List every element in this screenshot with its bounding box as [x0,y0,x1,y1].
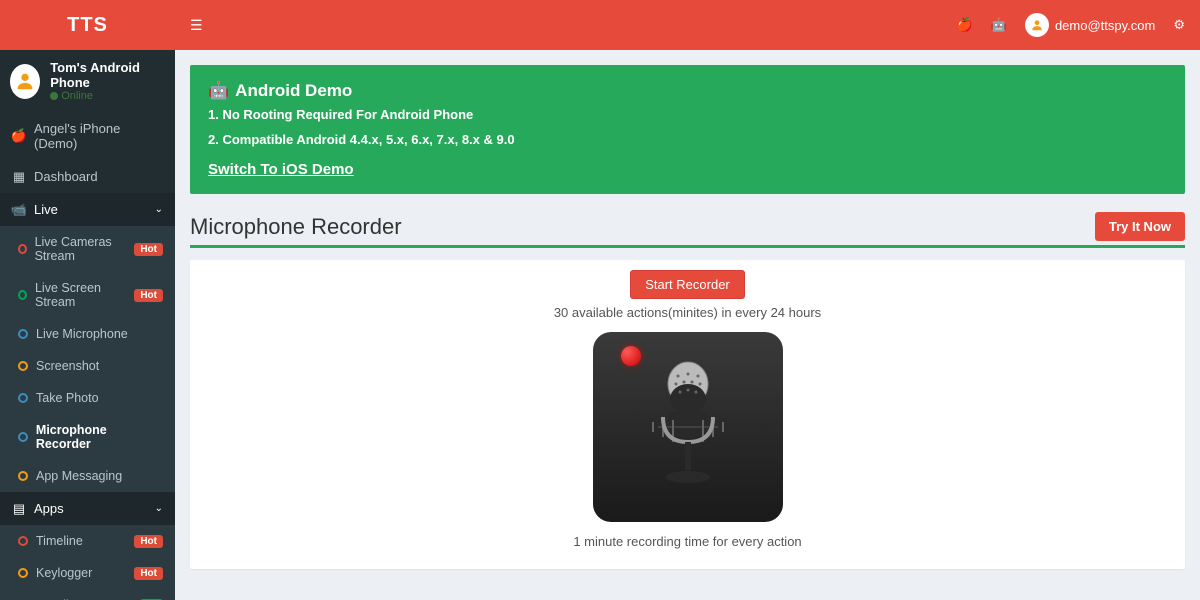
gears-icon[interactable]: ⚙ [1173,17,1185,33]
sidebar-item-keylogger[interactable]: KeyloggerHot [0,557,175,589]
content: 🤖 Android Demo 1. No Rooting Required For… [175,50,1200,600]
sidebar-item-take-photo[interactable]: Take Photo [0,382,175,414]
grid-icon: ▦ [12,170,26,184]
badge-hot: Hot [134,535,163,548]
android-icon: 🤖 [208,81,229,101]
ring-icon [18,290,27,300]
switch-demo-link[interactable]: Switch To iOS Demo [208,161,354,178]
chevron-down-icon: ⌄ [155,503,163,514]
camera-icon: 📹 [12,203,26,217]
user-panel: Tom's Android Phone Online [0,50,175,112]
device-name: Tom's Android Phone [50,60,165,90]
sidebar-item-live-screen[interactable]: Live Screen StreamHot [0,272,175,318]
ring-icon [18,432,28,442]
sidebar-item-app-messaging[interactable]: App Messaging [0,460,175,492]
actions-note: 30 available actions(minites) in every 2… [208,305,1167,320]
topbar: ☰ 🍎 🤖 demo@ttspy.com ⚙ [175,0,1200,50]
page-title: Microphone Recorder [190,214,402,240]
divider [190,245,1185,248]
sidebar-group-apps[interactable]: ▤Apps⌄ [0,492,175,525]
banner-line-1: 1. No Rooting Required For Android Phone [208,107,1167,122]
page-header: Microphone Recorder Try It Now [190,212,1185,241]
demo-banner: 🤖 Android Demo 1. No Rooting Required For… [190,65,1185,194]
ring-icon [18,471,28,481]
sidebar: TTS Tom's Android Phone Online 🍎Angel's … [0,0,175,600]
brand-logo[interactable]: TTS [0,0,175,50]
apple-icon: 🍎 [12,129,26,143]
avatar [10,64,40,99]
record-dot-icon [621,346,641,366]
sidebar-item-install[interactable]: Install59 [0,589,175,600]
apps-icon: ▤ [12,502,26,516]
badge-hot: Hot [134,567,163,580]
avatar-icon [1025,13,1049,37]
recorder-panel: Start Recorder 30 available actions(mini… [190,260,1185,569]
badge-hot: Hot [134,243,163,256]
microphone-icon [643,352,733,502]
user-email: demo@ttspy.com [1055,18,1155,33]
ring-icon [18,244,27,254]
sidebar-group-live[interactable]: 📹Live⌄ [0,193,175,226]
main: ☰ 🍎 🤖 demo@ttspy.com ⚙ 🤖 Android Demo 1. … [175,0,1200,600]
sidebar-item-live-cameras[interactable]: Live Cameras StreamHot [0,226,175,272]
sidebar-item-microphone-recorder[interactable]: Microphone Recorder [0,414,175,460]
sidebar-item-live-microphone[interactable]: Live Microphone [0,318,175,350]
hamburger-icon[interactable]: ☰ [190,17,203,34]
device-status: Online [50,90,165,102]
banner-title: Android Demo [235,81,352,101]
banner-line-2: 2. Compatible Android 4.4.x, 5.x, 6.x, 7… [208,132,1167,147]
ring-icon [18,361,28,371]
sidebar-item-demo-device[interactable]: 🍎Angel's iPhone (Demo) [0,112,175,160]
microphone-illustration [593,332,783,522]
ring-icon [18,393,28,403]
ring-icon [18,329,28,339]
sidebar-item-dashboard[interactable]: ▦Dashboard [0,160,175,193]
badge-hot: Hot [134,289,163,302]
recorder-caption: 1 minute recording time for every action [208,534,1167,549]
ring-icon [18,568,28,578]
start-recorder-button[interactable]: Start Recorder [630,270,745,299]
android-icon[interactable]: 🤖 [991,17,1007,33]
ring-icon [18,536,28,546]
sidebar-menu: 🍎Angel's iPhone (Demo) ▦Dashboard 📹Live⌄… [0,112,175,600]
sidebar-item-screenshot[interactable]: Screenshot [0,350,175,382]
user-chip[interactable]: demo@ttspy.com [1025,13,1155,37]
sidebar-item-timeline[interactable]: TimelineHot [0,525,175,557]
apple-icon[interactable]: 🍎 [957,17,973,33]
try-it-now-button[interactable]: Try It Now [1095,212,1185,241]
chevron-down-icon: ⌄ [155,204,163,215]
